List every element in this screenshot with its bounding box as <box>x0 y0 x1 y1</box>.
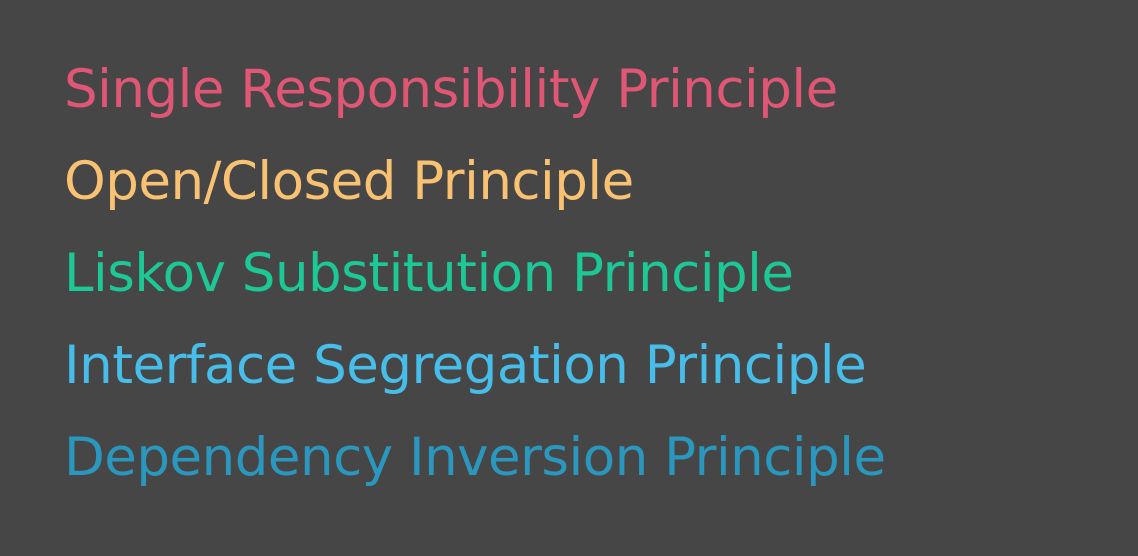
principle-dependency-inversion: Dependency Inversion Principle <box>64 427 886 488</box>
principle-liskov-substitution: Liskov Substitution Principle <box>64 243 794 304</box>
solid-principles-graphic: Single Responsibility Principle Open/Clo… <box>0 0 1138 556</box>
principle-interface-segregation: Interface Segregation Principle <box>64 335 867 396</box>
principle-open-closed: Open/Closed Principle <box>64 151 634 212</box>
principles-list: Single Responsibility Principle Open/Clo… <box>64 44 886 504</box>
principle-single-responsibility: Single Responsibility Principle <box>64 59 838 120</box>
